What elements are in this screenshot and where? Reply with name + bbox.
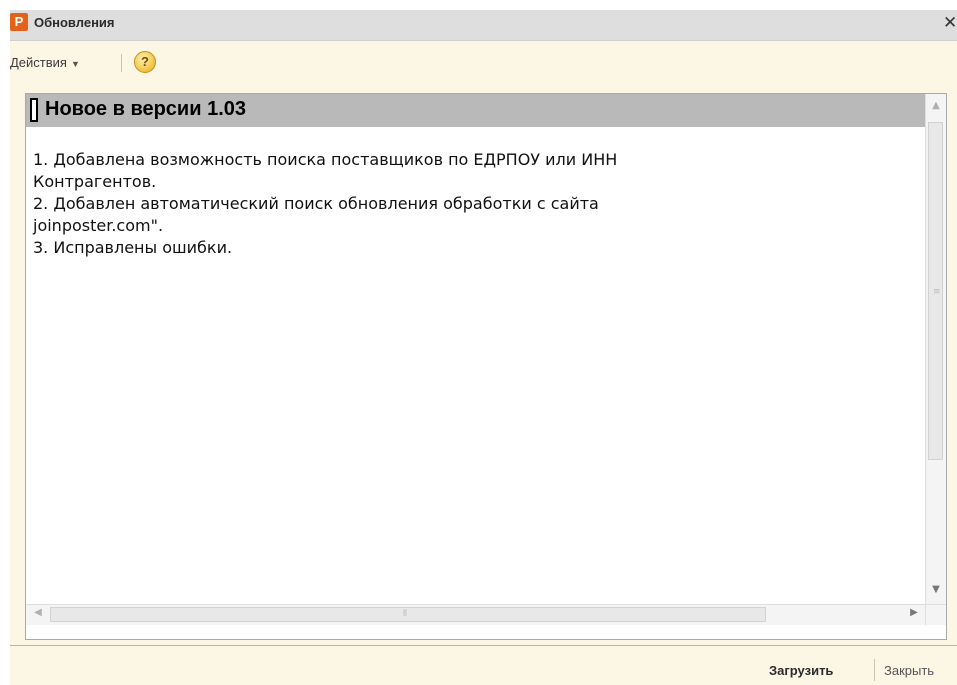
close-button[interactable]: Закрыть (884, 663, 934, 678)
load-button[interactable]: Загрузить (769, 663, 833, 678)
scroll-up-arrow-icon[interactable]: ▲ (929, 100, 943, 116)
footer-divider (874, 659, 875, 681)
text-cursor (30, 98, 38, 122)
updates-window: P Обновления ✕ Действия ▼ ? Новое в верси… (10, 10, 957, 685)
help-button[interactable]: ? (134, 51, 156, 73)
release-note-line: Контрагентов. (33, 172, 157, 191)
scroll-grip-icon: ⦀ (403, 609, 407, 619)
scroll-left-arrow-icon[interactable]: ◀ (30, 607, 46, 623)
actions-menu-button[interactable]: Действия ▼ (10, 53, 80, 73)
release-notes-document[interactable]: Новое в версии 1.03 1. Добавлена возможн… (26, 94, 926, 604)
horizontal-scrollbar[interactable]: ◀ ⦀ ▶ (26, 604, 926, 625)
release-note-line: 1. Добавлена возможность поиска поставщи… (33, 150, 618, 169)
vertical-scroll-thumb[interactable]: ≡ (928, 122, 943, 460)
scroll-grip-icon: ≡ (933, 287, 941, 297)
vertical-scrollbar[interactable]: ▲ ≡ ▼ (925, 94, 946, 604)
version-heading-band: Новое в версии 1.03 (26, 94, 926, 127)
version-heading: Новое в версии 1.03 (45, 98, 247, 120)
dialog-footer: Загрузить Закрыть (10, 645, 957, 685)
scrollbar-corner (925, 604, 946, 625)
scroll-right-arrow-icon[interactable]: ▶ (906, 607, 922, 623)
release-note-line: 2. Добавлен автоматический поиск обновле… (33, 194, 599, 213)
title-bar: P Обновления ✕ (10, 10, 957, 41)
horizontal-scroll-thumb[interactable]: ⦀ (50, 607, 766, 622)
close-window-button[interactable]: ✕ (943, 12, 957, 34)
actions-menu-label: Действия (10, 55, 67, 70)
scroll-down-arrow-icon[interactable]: ▼ (929, 584, 943, 600)
toolbar-divider (121, 54, 122, 72)
window-title: Обновления (34, 15, 115, 30)
release-notes-frame: Новое в версии 1.03 1. Добавлена возможн… (25, 93, 947, 640)
toolbar: Действия ▼ ? (10, 51, 957, 77)
release-note-line: joinposter.com". (33, 216, 164, 235)
chevron-down-icon: ▼ (70, 59, 80, 69)
app-logo-icon: P (10, 13, 28, 31)
release-notes-text: 1. Добавлена возможность поиска поставщи… (33, 149, 913, 259)
release-note-line: 3. Исправлены ошибки. (33, 238, 233, 257)
